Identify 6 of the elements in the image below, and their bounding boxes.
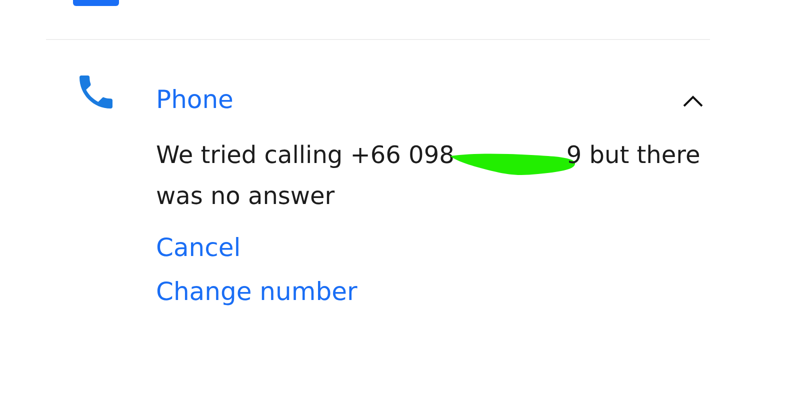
action-link[interactable]: Cancel [156, 231, 682, 265]
action-link[interactable]: Change number [156, 275, 682, 309]
phone-link[interactable]: Phone [156, 83, 234, 117]
message-text: was no answer [156, 182, 335, 210]
message-text: 9 but there [566, 141, 700, 169]
message-text: We tried calling +66 098 [156, 141, 454, 169]
